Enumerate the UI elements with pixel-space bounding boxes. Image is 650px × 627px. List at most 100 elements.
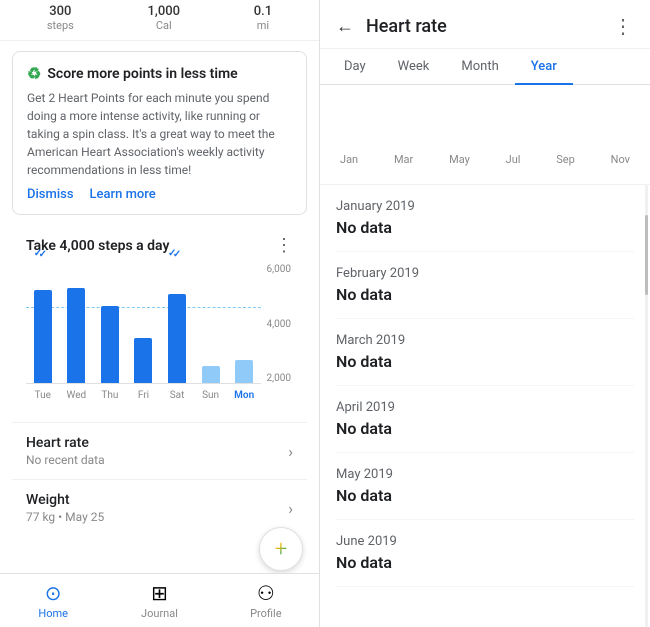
stat-steps-label: steps <box>47 19 74 32</box>
tab-week[interactable]: Week <box>382 49 446 84</box>
bar-sun-bar <box>202 366 220 383</box>
nav-home[interactable]: ⊙ Home <box>0 581 106 620</box>
stat-mi-label: mi <box>254 19 272 32</box>
month-apr-label: April 2019 <box>336 400 634 415</box>
bar-sat: ✓ Sat <box>168 264 186 383</box>
month-jan-value: No data <box>336 218 634 237</box>
y-label-6000: 6,000 <box>267 264 293 275</box>
bar-sun-label: Sun <box>202 390 219 401</box>
y-label-2000: 2,000 <box>267 373 293 384</box>
bar-tue-bar: ✓ <box>34 290 52 383</box>
bar-sat-label: Sat <box>170 390 185 401</box>
stat-cal-value: 1,000 <box>148 4 180 19</box>
x-label-mar: Mar <box>394 153 413 166</box>
bottom-nav: ⊙ Home ⊞ Journal ⚇ Profile <box>0 573 319 627</box>
right-header: ← Heart rate ⋮ <box>320 0 650 49</box>
back-arrow-icon[interactable]: ← <box>336 16 354 37</box>
score-card: ♻ Score more points in less time Get 2 H… <box>12 51 307 215</box>
bar-mon-bar <box>235 360 253 383</box>
bar-thu-label: Thu <box>101 390 118 401</box>
y-label-4000: 4,000 <box>267 319 293 330</box>
heart-rate-sub: No recent data <box>26 453 105 467</box>
nav-profile[interactable]: ⚇ Profile <box>213 581 319 620</box>
steps-card-title: Take 4,000 steps a day <box>26 238 169 254</box>
bar-wed-label: Wed <box>67 390 87 401</box>
nav-journal-label: Journal <box>141 607 178 620</box>
bar-mon-label: Mon <box>234 390 254 401</box>
tab-month[interactable]: Month <box>445 49 514 84</box>
bar-fri-bar <box>134 338 152 383</box>
stat-mi: 0.1 mi <box>254 4 272 32</box>
home-icon: ⊙ <box>45 581 62 605</box>
score-icon: ♻ <box>27 64 41 83</box>
learn-more-button[interactable]: Learn more <box>90 187 156 202</box>
right-chart-area: Jan Mar May Jul Sep Nov <box>320 85 650 185</box>
fab-plus-icon: + <box>275 537 287 562</box>
scrollbar-track <box>645 185 648 627</box>
heart-rate-left: Heart rate No recent data <box>26 435 105 467</box>
stat-cal: 1,000 Cal <box>148 4 180 32</box>
stat-steps-value: 300 <box>47 4 74 19</box>
journal-icon: ⊞ <box>151 581 168 605</box>
stat-cal-label: Cal <box>148 19 180 32</box>
month-jun: June 2019 No data <box>336 520 634 587</box>
heart-rate-title: Heart rate <box>26 435 105 451</box>
month-may-value: No data <box>336 486 634 505</box>
bar-fri: Fri <box>134 264 152 383</box>
stat-steps: 300 steps <box>47 4 74 32</box>
right-x-labels: Jan Mar May Jul Sep Nov <box>336 153 634 166</box>
month-may-label: May 2019 <box>336 467 634 482</box>
left-panel: 300 steps 1,000 Cal 0.1 mi ♻ Score more … <box>0 0 320 627</box>
bar-tue: ✓ Tue <box>34 264 52 383</box>
bar-tue-label: Tue <box>35 390 51 401</box>
bar-sat-bar: ✓ <box>168 294 186 383</box>
score-card-title: ♻ Score more points in less time <box>27 64 292 83</box>
weight-row[interactable]: Weight 77 kg • May 25 › <box>12 479 307 536</box>
more-options-icon[interactable]: ⋮ <box>613 14 634 38</box>
bar-mon: Mon <box>235 264 253 383</box>
x-label-jul: Jul <box>506 153 521 166</box>
bar-sun: Sun <box>202 264 220 383</box>
score-card-body: Get 2 Heart Points for each minute you s… <box>27 89 292 179</box>
month-feb-value: No data <box>336 285 634 304</box>
x-label-may: May <box>449 153 470 166</box>
bar-wed: Wed <box>67 264 85 383</box>
bar-thu: Thu <box>101 264 119 383</box>
month-mar-label: March 2019 <box>336 333 634 348</box>
month-may: May 2019 No data <box>336 453 634 520</box>
weight-sub: 77 kg • May 25 <box>26 510 104 524</box>
month-feb: February 2019 No data <box>336 252 634 319</box>
scrollbar-thumb[interactable] <box>645 215 648 295</box>
month-mar: March 2019 No data <box>336 319 634 386</box>
stat-mi-value: 0.1 <box>254 4 272 19</box>
weight-chevron: › <box>288 499 293 518</box>
dismiss-button[interactable]: Dismiss <box>27 187 74 202</box>
monthly-list[interactable]: January 2019 No data February 2019 No da… <box>320 185 650 627</box>
bar-fri-label: Fri <box>138 390 149 401</box>
tabs-bar: Day Week Month Year <box>320 49 650 85</box>
tab-day[interactable]: Day <box>328 49 382 84</box>
x-label-jan: Jan <box>340 153 358 166</box>
nav-home-label: Home <box>38 607 68 620</box>
heart-rate-row[interactable]: Heart rate No recent data › <box>12 422 307 479</box>
month-jun-label: June 2019 <box>336 534 634 549</box>
month-jun-value: No data <box>336 553 634 572</box>
weight-left: Weight 77 kg • May 25 <box>26 492 104 524</box>
nav-journal[interactable]: ⊞ Journal <box>106 581 212 620</box>
month-mar-value: No data <box>336 352 634 371</box>
right-header-left: ← Heart rate <box>336 16 447 37</box>
steps-card: Take 4,000 steps a day ⋮ 6,000 4,000 2,0… <box>12 225 307 414</box>
tab-year[interactable]: Year <box>515 49 573 84</box>
month-apr-value: No data <box>336 419 634 438</box>
weight-title: Weight <box>26 492 104 508</box>
bar-wed-bar <box>67 288 85 383</box>
month-apr: April 2019 No data <box>336 386 634 453</box>
chart-bars-area: ✓ Tue Wed Thu Fri ✓ <box>26 264 261 384</box>
score-card-actions: Dismiss Learn more <box>27 187 292 202</box>
bar-chart: 6,000 4,000 2,000 ✓ Tue Wed <box>26 264 293 404</box>
x-label-nov: Nov <box>611 153 630 166</box>
profile-icon: ⚇ <box>257 581 275 605</box>
fab-button[interactable]: + <box>259 527 303 571</box>
nav-profile-label: Profile <box>250 607 281 620</box>
steps-more-icon[interactable]: ⋮ <box>275 235 293 256</box>
